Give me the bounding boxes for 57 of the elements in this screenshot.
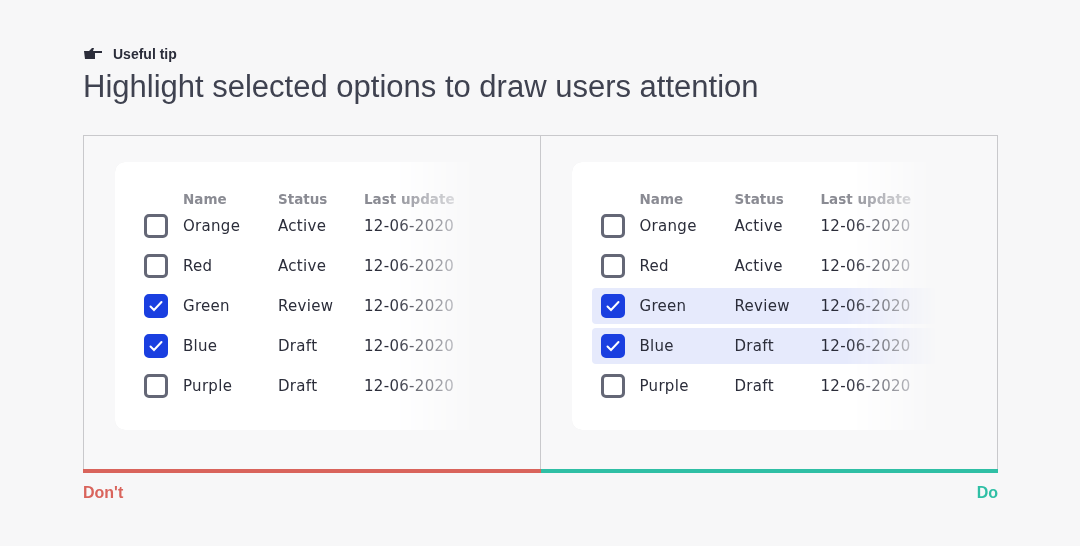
checkbox[interactable] — [144, 214, 168, 238]
column-header: Last update — [820, 191, 912, 207]
checkbox[interactable] — [600, 254, 625, 278]
table-cell-text: Orange — [183, 217, 242, 235]
verdict-label: Don't — [83, 484, 125, 502]
column-header: Status — [278, 191, 329, 207]
table-cell-text: Draft — [734, 337, 775, 355]
table-cell-text: Review — [734, 297, 791, 315]
check-icon — [605, 300, 620, 312]
pointing-hand-icon — [83, 47, 103, 61]
column-header: Status — [734, 191, 785, 207]
checkbox[interactable] — [144, 374, 168, 398]
table-cell: 12-06-2020 — [364, 217, 455, 235]
table-cell-text: Red — [183, 257, 214, 275]
checkbox[interactable] — [144, 254, 168, 278]
table-cell: 12-06-2020 — [820, 257, 911, 275]
checkbox[interactable] — [600, 374, 625, 398]
table-cell-text: Active — [278, 217, 328, 235]
verdict-label: Do — [975, 484, 998, 502]
table-cell-text: Active — [734, 217, 784, 235]
table-cell-text: Draft — [278, 337, 319, 355]
checkbox[interactable] — [144, 334, 168, 358]
table-cell-text: Review — [278, 297, 335, 315]
headline: Highlight selected options to draw users attention — [83, 68, 760, 106]
tip-label: Useful tip — [113, 46, 177, 62]
table-cell: 12-06-2020 — [820, 217, 911, 235]
checkbox[interactable] — [600, 214, 625, 238]
table-cell-text: Blue — [183, 337, 219, 355]
check-icon — [605, 340, 620, 352]
table-cell: 12-06-2020 — [820, 297, 911, 315]
table-cell-text: Red — [639, 257, 670, 275]
table-cell: 12-06-2020 — [364, 297, 455, 315]
column-header: Name — [183, 191, 228, 207]
table-cell-text: Draft — [734, 377, 775, 395]
table-cell-text: Blue — [639, 337, 675, 355]
table-cell-text: Orange — [639, 217, 698, 235]
table-cell-text: Active — [734, 257, 784, 275]
column-header: Name — [639, 191, 685, 207]
checkbox[interactable] — [144, 294, 168, 318]
table-cell: 12-06-2020 — [364, 257, 455, 275]
table-cell-text: Green — [639, 297, 688, 315]
check-icon — [149, 340, 163, 352]
table-cell-text: Purple — [183, 377, 234, 395]
table-cell: 12-06-2020 — [820, 377, 911, 395]
table-row[interactable]: Green Review 12-06-2020 — [115, 288, 480, 324]
checkbox[interactable] — [600, 334, 625, 358]
table-row[interactable]: Blue Draft 12-06-2020 — [115, 328, 480, 364]
check-icon — [149, 300, 163, 312]
table-cell-text: Active — [278, 257, 328, 275]
table-cell: 12-06-2020 — [364, 377, 455, 395]
table-cell: 12-06-2020 — [820, 337, 911, 355]
table-cell-text: Green — [183, 297, 231, 315]
table-cell-text: Draft — [278, 377, 319, 395]
column-header: Last update — [364, 191, 455, 207]
table-cell: 12-06-2020 — [364, 337, 455, 355]
checkbox[interactable] — [600, 294, 625, 318]
table-cell-text: Purple — [639, 377, 690, 395]
